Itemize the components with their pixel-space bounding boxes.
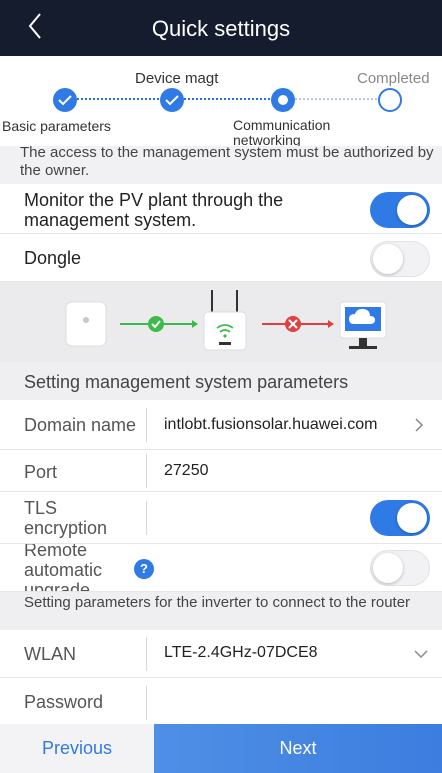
divider	[146, 637, 147, 671]
dongle-toggle[interactable]	[370, 241, 430, 277]
link-status-ok	[120, 316, 198, 332]
monitor-toggle[interactable]	[370, 192, 430, 228]
wlan-label: WLAN	[24, 644, 77, 664]
domain-row[interactable]: Domain name intlobt.fusionsolar.huawei.c…	[0, 400, 442, 450]
chevron-down-icon	[414, 650, 428, 659]
monitor-row: Monitor the PV plant through the managem…	[0, 184, 442, 234]
password-row: Password	[0, 678, 442, 724]
page-title: Quick settings	[151, 16, 291, 41]
router-section-header: Setting parameters for the inverter to c…	[0, 592, 442, 630]
step-connector	[295, 98, 377, 100]
connection-diagram	[0, 282, 442, 362]
check-icon	[58, 95, 72, 106]
domain-value[interactable]: intlobt.fusionsolar.huawei.com	[164, 416, 377, 434]
step-connector	[184, 98, 270, 100]
step-label-device: Device magt	[135, 70, 219, 87]
wlan-row[interactable]: WLAN LTE-2.4GHz-07DCE8	[0, 630, 442, 678]
divider	[146, 408, 147, 442]
authorization-notice: The access to the management system must…	[0, 146, 442, 184]
next-button[interactable]: Next	[154, 724, 442, 773]
footer-bar: Previous Next	[0, 724, 442, 773]
dongle-label: Dongle	[24, 248, 82, 268]
notice-text: The access to the management system must…	[20, 146, 434, 179]
upgrade-toggle[interactable]	[370, 550, 430, 586]
step-label-communication: Communication networking	[233, 117, 331, 148]
chevron-right-icon	[415, 418, 424, 432]
inverter-icon	[65, 301, 107, 347]
password-label: Password	[24, 692, 104, 712]
monitor-label: Monitor the PV plant through the managem…	[24, 190, 284, 230]
dongle-row: Dongle	[0, 234, 442, 282]
check-icon	[165, 95, 179, 106]
wlan-select[interactable]: LTE-2.4GHz-07DCE8	[164, 644, 318, 662]
divider	[146, 454, 147, 488]
step-node-completed	[378, 88, 402, 112]
router-icon	[203, 290, 247, 351]
section-title: Setting parameters for the inverter to c…	[24, 594, 411, 611]
port-label: Port	[24, 462, 58, 482]
password-input[interactable]	[164, 692, 424, 714]
tls-toggle[interactable]	[370, 500, 430, 536]
step-node-basic	[53, 88, 77, 112]
step-node-device	[160, 88, 184, 112]
tls-row: TLS encryption	[0, 492, 442, 544]
tls-label: TLS encryption	[24, 498, 108, 538]
step-connector	[77, 98, 159, 100]
upgrade-row: Remote automatic upgrade ?	[0, 544, 442, 592]
help-icon[interactable]: ?	[134, 559, 154, 579]
divider	[146, 686, 147, 720]
step-label-basic: Basic parameters	[2, 118, 111, 134]
management-section-header: Setting management system parameters	[0, 362, 442, 400]
cloud-server-icon	[339, 301, 387, 349]
title-bar: Quick settings	[0, 0, 442, 56]
domain-label: Domain name	[24, 415, 137, 435]
upgrade-label: Remote automatic upgrade	[24, 544, 103, 592]
section-title: Setting management system parameters	[24, 372, 349, 392]
divider	[146, 501, 147, 535]
link-status-error	[262, 316, 334, 332]
step-node-communication	[271, 88, 295, 112]
port-row: Port 27250	[0, 450, 442, 492]
step-label-completed: Completed	[357, 70, 430, 87]
previous-button[interactable]: Previous	[0, 724, 154, 773]
port-input[interactable]: 27250	[164, 462, 209, 480]
